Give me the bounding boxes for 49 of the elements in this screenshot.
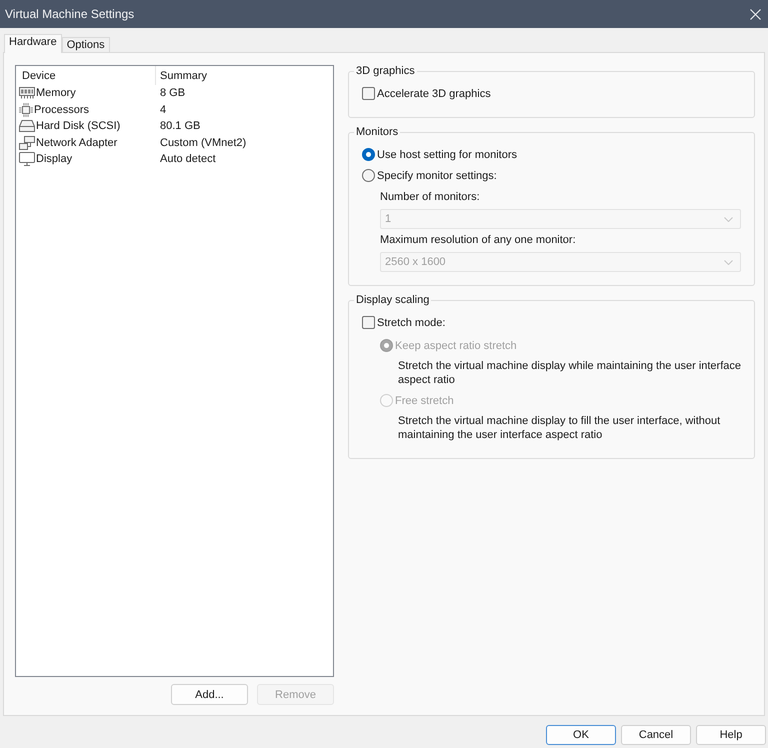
radio-button[interactable]	[362, 148, 375, 161]
checkbox-label: Stretch mode:	[377, 316, 446, 328]
window-title: Virtual Machine Settings	[5, 7, 136, 21]
field-label: Number of monitors:	[380, 190, 481, 204]
radio-label: Use host setting for monitors	[377, 148, 518, 160]
add-button[interactable]: Add...	[171, 684, 248, 705]
device-row[interactable]: Hard Disk (SCSI) 80.1 GB	[16, 118, 333, 134]
device-summary: 4	[160, 104, 168, 116]
cancel-button[interactable]: Cancel	[621, 725, 691, 745]
radio-label: Specify monitor settings:	[377, 170, 497, 182]
radio-button[interactable]	[362, 169, 375, 182]
group-title: Monitors	[355, 125, 400, 139]
option-description: Stretch the virtual machine display to fill the user interface, without maintaining the user interface aspect ratio	[397, 414, 722, 442]
tab[interactable]: Options	[62, 37, 110, 52]
checkbox[interactable]	[362, 316, 375, 329]
device-name: Display	[36, 153, 72, 166]
checkbox-label: Accelerate 3D graphics	[377, 88, 491, 100]
option-description: Stretch the virtual machine display while maintaining the user interface aspect ratio	[397, 359, 742, 387]
column-header[interactable]: Summary	[156, 66, 333, 85]
device-summary: Custom (VMnet2)	[160, 136, 248, 149]
help-button[interactable]: Help	[696, 725, 766, 745]
chip-icon	[19, 102, 33, 117]
device-summary: 8 GB	[160, 87, 186, 100]
device-name: Network Adapter	[36, 136, 118, 149]
monitor-icon	[19, 152, 35, 166]
hard-drive-icon	[19, 120, 35, 132]
device-name: Processors	[34, 104, 90, 116]
checkbox[interactable]	[362, 87, 375, 100]
device-summary: 80.1 GB	[160, 120, 202, 132]
network-computers-icon	[19, 136, 35, 150]
device-name: Hard Disk (SCSI)	[36, 120, 120, 132]
tab[interactable]: Hardware	[4, 34, 62, 53]
device-row[interactable]: Network Adapter Custom (VMnet2)	[16, 134, 333, 151]
chevron-down-icon	[724, 216, 733, 222]
radio-label: Keep aspect ratio stretch	[395, 340, 517, 352]
ok-button[interactable]: OK	[546, 725, 616, 745]
device-name: Memory	[36, 87, 76, 100]
group-title: Display scaling	[355, 293, 430, 307]
device-row[interactable]: Processors 4	[16, 102, 333, 118]
radio-label: Free stretch	[395, 394, 454, 406]
group-title: 3D graphics	[355, 64, 416, 78]
column-header[interactable]: Device	[16, 66, 156, 85]
chevron-down-icon	[724, 260, 733, 264]
device-row[interactable]: Display Auto detect	[16, 151, 333, 168]
memory-module-icon	[19, 87, 35, 100]
device-summary: Auto detect	[160, 153, 217, 166]
close-icon	[750, 8, 760, 20]
field-label: Maximum resolution of any one monitor:	[380, 233, 577, 247]
device-row[interactable]: Memory 8 GB	[16, 85, 333, 102]
